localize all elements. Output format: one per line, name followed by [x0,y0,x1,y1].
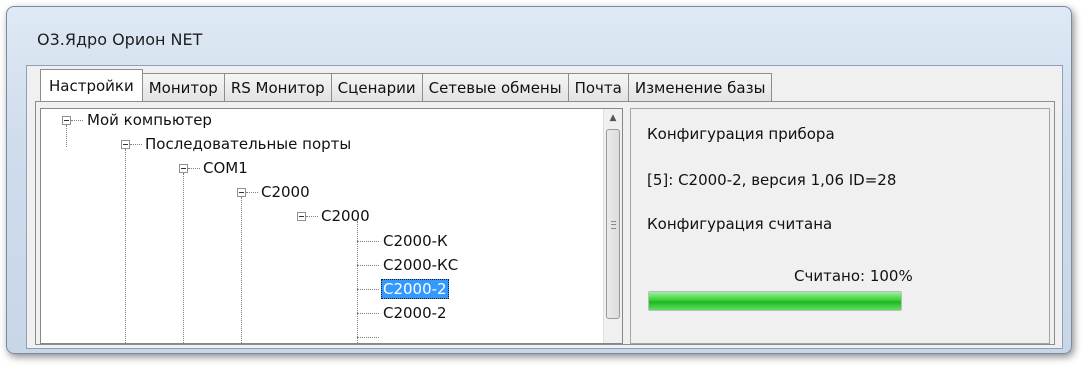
tree-node-serial-ports[interactable]: Последовательные порты [145,135,351,153]
tab-mail[interactable]: Почта [567,73,629,101]
tab-monitor[interactable]: Монитор [141,73,225,101]
tree-connector [306,216,318,217]
collapse-icon[interactable] [297,212,306,221]
tree-connector [188,168,200,169]
device-config-panel: Конфигурация прибора [5]: С2000-2, верси… [630,108,1050,344]
tree-connector [246,192,258,193]
config-status: Конфигурация считана [647,215,833,233]
tree-node-c2000-2-selected[interactable]: С2000-2 [381,279,449,299]
tree-node-my-computer[interactable]: Мой компьютер [87,111,212,129]
tree-node-com1[interactable]: COM1 [203,159,248,177]
read-progress-bar [648,291,902,311]
tab-database-changes[interactable]: Изменение базы [627,73,773,101]
progress-fill [649,292,901,310]
tree-connector [130,144,142,145]
tree-connector [357,241,379,242]
tree-connector [357,337,379,338]
tree-connector [357,289,379,290]
grip-icon [611,221,616,229]
tree-node-c2000-2[interactable]: С2000-2 [383,304,447,322]
tree-connector [357,265,379,266]
tree-node-c2000-child[interactable]: С2000 [321,207,370,225]
app-window: О3.Ядро Орион NET Настройки Монитор RS М… [6,6,1072,354]
collapse-icon[interactable] [121,140,130,149]
tree-connector [71,120,83,121]
client-area: Настройки Монитор RS Монитор Сценарии Се… [26,65,1063,349]
tab-scenarios[interactable]: Сценарии [330,73,423,101]
tree-scrollbar[interactable]: ▲ [603,109,622,343]
scroll-thumb[interactable] [606,129,620,319]
tree-connector [241,197,242,343]
scroll-up-arrow-icon[interactable]: ▲ [604,109,622,127]
collapse-icon[interactable] [179,164,188,173]
tab-settings[interactable]: Настройки [40,69,143,101]
tree-connector [183,173,184,343]
tab-strip: Настройки Монитор RS Монитор Сценарии Се… [40,69,773,101]
tree-node-c2000-k[interactable]: С2000-К [383,232,448,250]
tree-node-c2000[interactable]: С2000 [261,183,310,201]
collapse-icon[interactable] [237,188,246,197]
device-info: [5]: С2000-2, версия 1,06 ID=28 [647,171,897,189]
device-tree[interactable]: Мой компьютер Последовательные порты COM… [40,108,623,344]
tree-node-c2000-ks[interactable]: С2000-КС [383,256,458,274]
collapse-icon[interactable] [62,116,71,125]
tree-connector [66,125,67,147]
tab-network-exchange[interactable]: Сетевые обмены [421,73,569,101]
window-title: О3.Ядро Орион NET [37,30,203,49]
tab-rs-monitor[interactable]: RS Монитор [223,73,332,101]
tree-connector [357,313,379,314]
tree-connector [357,221,358,343]
tree-connector [125,149,126,343]
progress-label: Считано: 100% [794,267,913,285]
config-heading: Конфигурация прибора [647,125,835,143]
